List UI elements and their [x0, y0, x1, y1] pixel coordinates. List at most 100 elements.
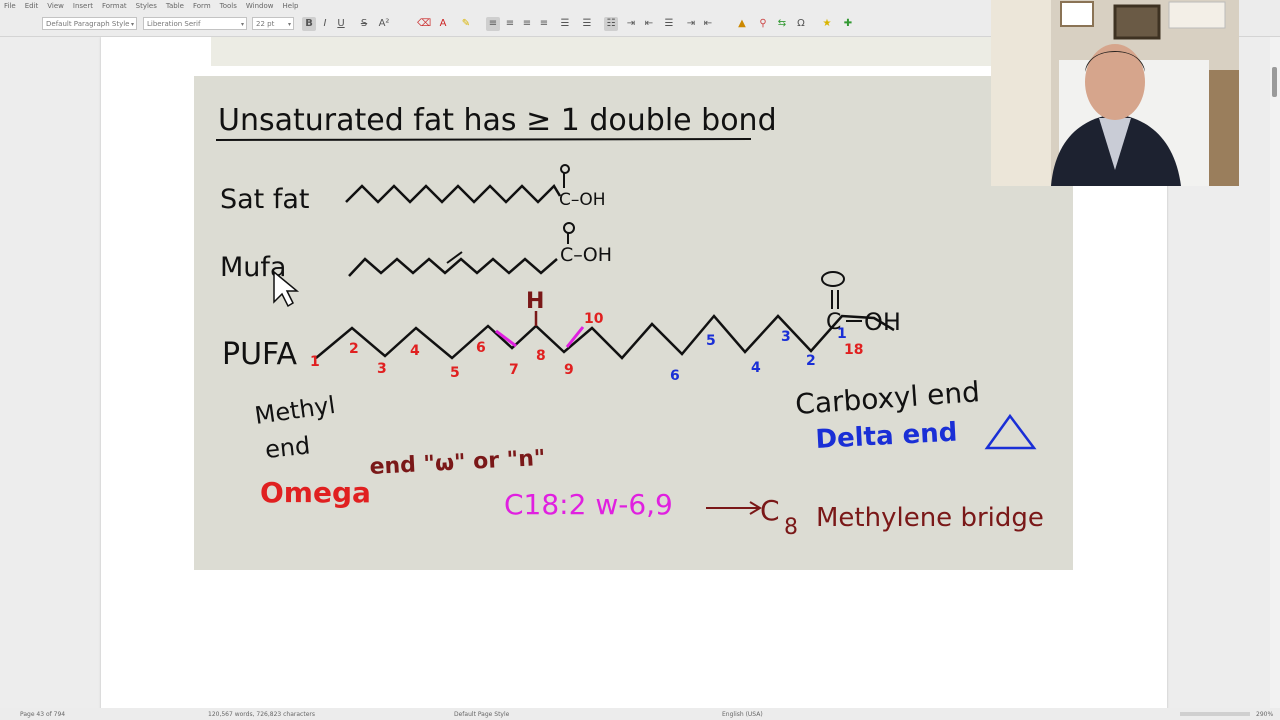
webcam-frame-3 [1168, 1, 1226, 29]
mufa-cooh: C–OH [560, 244, 612, 266]
highlight-icon[interactable]: ✎ [459, 17, 473, 31]
omega-number: 1 [310, 354, 320, 370]
omega-number: 2 [349, 341, 359, 357]
superscript-icon[interactable]: A² [377, 17, 391, 31]
pufa-label: PUFA [222, 337, 298, 372]
methyl-end-label: end [264, 431, 312, 464]
page-count[interactable]: Page 43 of 794 [20, 711, 65, 718]
omega-number: 5 [450, 365, 460, 381]
menu-view[interactable]: View [43, 0, 69, 10]
methylene-bridge-label: Methylene bridge [816, 503, 1044, 533]
bridge-subscript: 8 [784, 515, 798, 540]
delta-number: 4 [751, 360, 761, 376]
delta-number: 6 [670, 368, 680, 384]
carboxyl-end-label: Carboxyl end [794, 375, 981, 421]
vertical-scrollbar[interactable] [1270, 37, 1280, 708]
delta-number: 5 [706, 333, 716, 349]
paragraph-style-select[interactable]: Default Paragraph Style ▾ [42, 17, 137, 30]
omega-number: 18 [844, 342, 863, 358]
previous-image-strip [211, 37, 991, 66]
menu-format[interactable]: Format [98, 0, 132, 10]
menu-file[interactable]: File [0, 0, 21, 10]
title-underline [215, 138, 752, 141]
pufa-oh: OH [864, 308, 901, 336]
decrease-indent-icon[interactable]: ⇤ [642, 17, 656, 31]
fatty-acid-notation: C18:2 w-6,9 [504, 488, 673, 521]
increase-indent-icon[interactable]: ⇥ [624, 17, 638, 31]
delta-number: 3 [781, 329, 791, 345]
clear-format-icon[interactable]: ⌫ [417, 17, 431, 31]
underline-button[interactable]: U [334, 17, 348, 31]
menu-form[interactable]: Form [189, 0, 216, 10]
align-center-icon[interactable]: ≡ [503, 17, 517, 31]
menu-help[interactable]: Help [279, 0, 304, 10]
align-left-icon[interactable]: ≡ [486, 17, 500, 31]
list-icon[interactable]: ☷ [604, 17, 618, 31]
webcam-overlay [991, 0, 1239, 186]
board-title: Unsaturated fat has ≥ 1 double bond [218, 103, 777, 138]
align-right-icon[interactable]: ≡ [520, 17, 534, 31]
word-count[interactable]: 120,567 words, 726,823 characters [208, 711, 315, 718]
scrollbar-thumb[interactable] [1272, 67, 1277, 97]
menu-tools[interactable]: Tools [216, 0, 242, 10]
omega-number: 7 [509, 362, 519, 378]
paint-icon[interactable]: ▲ [735, 17, 749, 31]
extension-icon[interactable]: ✚ [841, 17, 855, 31]
satfat-chain [345, 183, 562, 204]
menu-table[interactable]: Table [162, 0, 189, 10]
justify-icon[interactable]: ≡ [537, 17, 551, 31]
font-color-icon[interactable]: A [436, 17, 450, 31]
mufa-oxygen [563, 222, 575, 234]
font-name-select[interactable]: Liberation Serif ▾ [143, 17, 247, 30]
bold-button[interactable]: B [302, 17, 316, 31]
methyl-label: Methyl [253, 391, 337, 430]
omega-number: 10 [584, 311, 604, 327]
webcam-shelf [1209, 70, 1239, 186]
font-size-value: 22 pt [256, 20, 275, 28]
indent-icon[interactable]: ⇥ [684, 17, 698, 31]
chevron-down-icon: ▾ [130, 21, 134, 28]
font-size-select[interactable]: 22 pt ▾ [252, 17, 294, 30]
zoom-level[interactable]: 290% [1256, 711, 1273, 718]
delta-number: 1 [837, 326, 847, 342]
delta-end-label: Delta end [815, 418, 958, 455]
pufa-chain [315, 314, 895, 360]
paragraph-spacing-icon[interactable]: ☰ [580, 17, 594, 31]
omega-number: 4 [410, 343, 420, 359]
satfat-cooh: C–OH [559, 190, 606, 210]
bullets-icon[interactable]: ☰ [662, 17, 676, 31]
navigator-icon[interactable]: ⇆ [775, 17, 789, 31]
star-icon[interactable]: ★ [820, 17, 834, 31]
find-icon[interactable]: ⚲ [756, 17, 770, 31]
webcam-person-face [1085, 44, 1145, 120]
zoom-slider[interactable] [1180, 712, 1250, 716]
mufa-chain [348, 257, 558, 277]
special-character-icon[interactable]: Ω [794, 17, 808, 31]
satfat-label: Sat fat [220, 184, 310, 215]
paragraph-style-value: Default Paragraph Style [46, 20, 130, 28]
line-spacing-icon[interactable]: ☰ [558, 17, 572, 31]
italic-button[interactable]: I [318, 17, 332, 31]
webcam-door [991, 0, 1051, 186]
omega-number: 6 [476, 340, 486, 356]
omega-number: 9 [564, 362, 574, 378]
status-bar: Page 43 of 794 120,567 words, 726,823 ch… [0, 708, 1280, 720]
menu-window[interactable]: Window [242, 0, 279, 10]
chevron-down-icon: ▾ [240, 21, 244, 28]
menu-edit[interactable]: Edit [21, 0, 44, 10]
delta-triangle-icon [984, 413, 1037, 450]
satfat-oxygen [560, 164, 570, 174]
omega-number: 3 [377, 361, 387, 377]
bridge-carbon: C [760, 494, 780, 527]
webcam-frame-2 [1113, 4, 1161, 40]
outdent-icon[interactable]: ⇤ [701, 17, 715, 31]
language[interactable]: English (USA) [722, 711, 763, 718]
strikethrough-button[interactable]: S [357, 17, 371, 31]
chevron-down-icon: ▾ [287, 21, 291, 28]
whiteboard-image: Unsaturated fat has ≥ 1 double bond Sat … [194, 76, 1073, 570]
page-style[interactable]: Default Page Style [454, 711, 509, 718]
menu-styles[interactable]: Styles [132, 0, 162, 10]
menu-insert[interactable]: Insert [69, 0, 98, 10]
font-name-value: Liberation Serif [147, 20, 201, 28]
pufa-oxygen [821, 271, 845, 287]
